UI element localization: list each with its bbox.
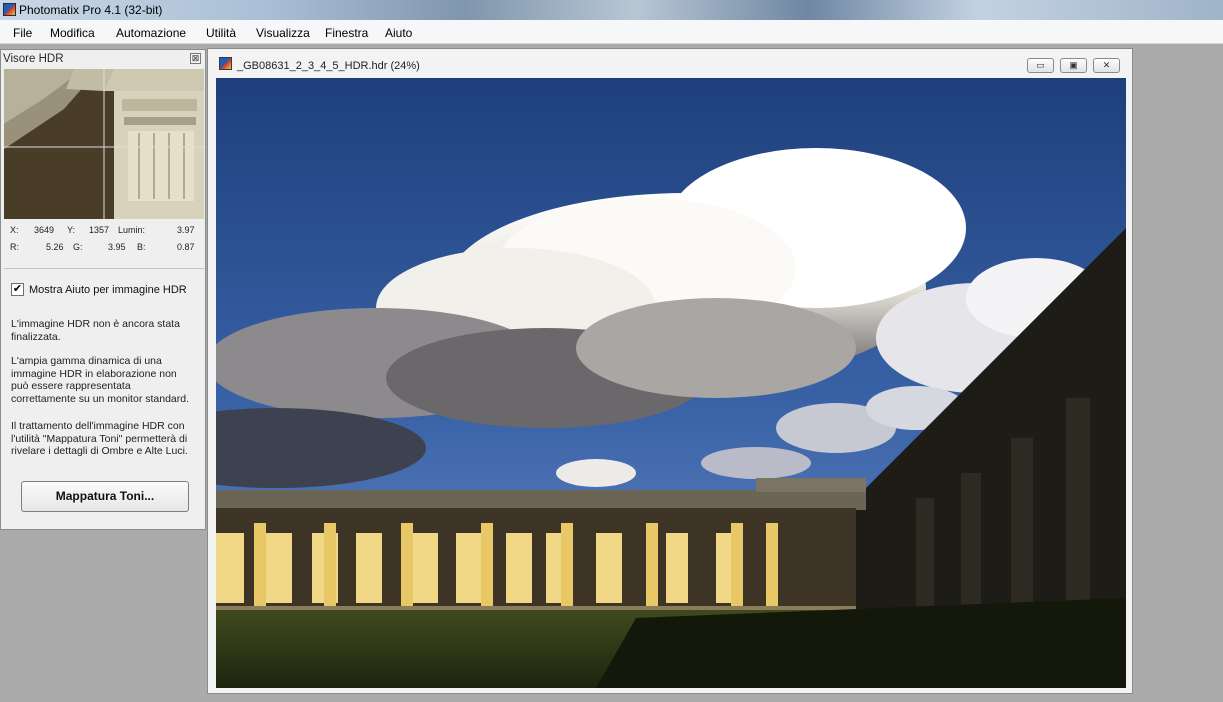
maximize-button[interactable]: ▣ (1060, 58, 1087, 73)
document-title: _GB08631_2_3_4_5_HDR.hdr (24%) (237, 60, 420, 72)
menu-finestra[interactable]: Finestra (325, 26, 368, 40)
show-help-checkbox[interactable]: ✔ (11, 283, 24, 296)
hdr-viewer-panel: Visore HDR ⊠ X: 3649 Y: 1357 Lumin: 3.97… (0, 49, 206, 530)
help-paragraph-2: L'ampia gamma dinamica di una immagine H… (11, 355, 207, 405)
help-line: L'immagine HDR non è ancora stata (11, 318, 180, 330)
menu-utilita[interactable]: Utilità (206, 26, 236, 40)
panel-divider (4, 268, 204, 269)
help-line: l'utilità "Mappatura Toni" permetterà di (11, 432, 188, 445)
help-line: rivelare i dettagli di Ombre e Alte Luci… (11, 445, 188, 457)
minimize-button[interactable]: ▭ (1027, 58, 1054, 73)
menu-visualizza[interactable]: Visualizza (256, 26, 310, 40)
document-window: _GB08631_2_3_4_5_HDR.hdr (24%) ▭ ▣ ✕ (207, 48, 1133, 694)
loupe-image (4, 69, 204, 219)
hdr-loupe-preview (4, 69, 204, 219)
readout-x-label: X: (10, 225, 19, 235)
hdr-image[interactable] (216, 78, 1126, 688)
readout-g-label: G: (73, 242, 83, 252)
checkmark-icon: ✔ (12, 283, 23, 295)
readout-y-value: 1357 (89, 225, 110, 235)
menu-file[interactable]: File (13, 26, 32, 40)
readout-r-value: 5.26 (46, 242, 64, 252)
readout-r-label: R: (10, 242, 19, 252)
menu-modifica[interactable]: Modifica (50, 26, 95, 40)
close-icon[interactable]: ⊠ (190, 53, 201, 64)
app-icon (3, 3, 16, 16)
tone-mapping-button[interactable]: Mappatura Toni... (21, 481, 189, 512)
show-help-label: Mostra Aiuto per immagine HDR (29, 284, 187, 296)
menu-bar: File Modifica Automazione Utilità Visual… (0, 20, 1223, 44)
app-title: Photomatix Pro 4.1 (32-bit) (19, 3, 163, 17)
readout-lumin-label: Lumin: (118, 225, 146, 235)
help-paragraph-3: Il trattamento dell'immagine HDR con l'u… (11, 420, 207, 458)
help-line: Il trattamento dell'immagine HDR con (11, 420, 185, 432)
help-line: immagine HDR in elaborazione non (11, 367, 177, 380)
document-icon (219, 57, 232, 70)
menu-aiuto[interactable]: Aiuto (385, 26, 412, 40)
window-titlebar: Photomatix Pro 4.1 (32-bit) (0, 0, 1223, 20)
help-line: L'ampia gamma dinamica di una (11, 355, 162, 367)
readout-g-value: 3.95 (108, 242, 126, 252)
help-paragraph-1: L'immagine HDR non è ancora stata finali… (11, 318, 207, 343)
balustrade (216, 490, 866, 510)
close-button[interactable]: ✕ (1093, 58, 1120, 73)
hdr-viewer-header: Visore HDR ⊠ (1, 50, 205, 68)
help-line: correttamente su un monitor standard. (11, 392, 190, 405)
hdr-viewer-title: Visore HDR (3, 53, 64, 65)
help-line: finalizzata. (11, 330, 61, 343)
help-line: può essere rappresentata (11, 380, 131, 392)
readout-b-label: B: (137, 242, 146, 252)
menu-automazione[interactable]: Automazione (116, 26, 186, 40)
readout-y-label: Y: (67, 225, 76, 235)
readout-x-value: 3649 (34, 225, 55, 235)
readout-b-value: 0.87 (177, 242, 195, 252)
readout-lumin-value: 3.97 (177, 225, 195, 235)
hdr-image-canvas (216, 78, 1126, 688)
